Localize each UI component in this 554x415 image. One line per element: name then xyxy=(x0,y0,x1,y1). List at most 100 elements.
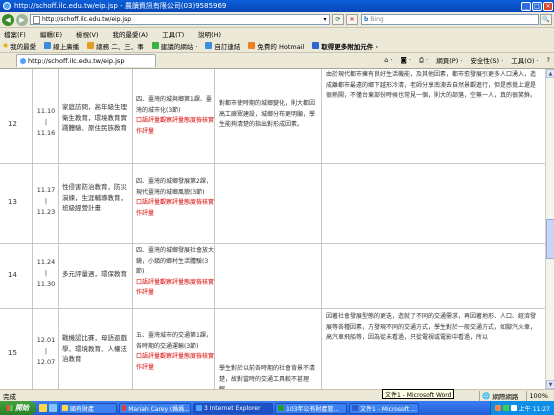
link-icon xyxy=(205,42,213,49)
date-start: 12.01 xyxy=(36,336,56,344)
print-icon[interactable]: ⎙ · xyxy=(419,56,428,65)
scroll-up-icon[interactable]: ▲ xyxy=(546,69,554,78)
ie-tab-icon xyxy=(20,58,26,64)
date-end: 11.16 xyxy=(36,129,56,137)
scroll-thumb[interactable] xyxy=(546,219,554,259)
scroll-down-icon[interactable]: ▼ xyxy=(546,380,554,389)
fav-link-label: 線上廣播 xyxy=(53,42,80,51)
fav-link-label: 總務 二、三、事 xyxy=(96,42,144,51)
date-end: 11.23 xyxy=(36,208,56,216)
week-number: 14 xyxy=(8,271,17,279)
folder-icon xyxy=(62,405,68,411)
page-icon xyxy=(33,15,40,24)
date-end: 11.30 xyxy=(36,280,56,288)
status-divider xyxy=(479,390,481,401)
taskbar-item-label: 103年公有財產管... xyxy=(286,405,340,413)
topic-text: 戰機認比賽，母語遊戲學、環境教育、人權法治教育 xyxy=(62,334,127,363)
fav-link-general-affairs[interactable]: 總務 二、三、事 xyxy=(87,41,144,51)
start-label: 開始 xyxy=(15,404,29,412)
volume-icon[interactable] xyxy=(510,405,517,411)
excel-icon xyxy=(278,405,284,411)
fav-link-hotmail[interactable]: 免費的 Hotmail xyxy=(248,41,304,51)
taskbar-item-ie[interactable]: 3 Internet Explorer xyxy=(193,402,273,414)
fav-link-label: 取得更多附加元件 · xyxy=(321,42,379,51)
taskbar-item-music[interactable]: Mariah Carey (媽媽... xyxy=(119,402,191,414)
fav-link-label: 免費的 Hotmail xyxy=(257,42,305,51)
date-separator: | xyxy=(44,197,48,205)
fav-link-addons[interactable]: 取得更多附加元件 · xyxy=(312,41,378,51)
taskbar-tooltip: 文件1 - Microsoft Word xyxy=(382,389,454,399)
safety-menu[interactable]: 安全性(S) · xyxy=(470,55,503,65)
fav-link-suggested-sites[interactable]: 建議的網站 · xyxy=(151,41,198,51)
ie-logo-icon xyxy=(3,2,11,10)
fav-link-custom[interactable]: 自訂連結 xyxy=(205,41,240,51)
link-icon xyxy=(87,42,95,49)
help-icon[interactable]: ? xyxy=(547,56,550,64)
menu-edit[interactable]: 編輯(E) xyxy=(40,29,62,39)
start-button[interactable]: 開始 xyxy=(0,401,36,415)
maximize-button[interactable]: □ xyxy=(532,1,542,11)
unit-title: 四、臺灣的城鄉發展社會放大鏡，小鎮的鄉村生活體驗(3節) xyxy=(136,247,215,275)
taskbar-item-label: 3 Internet Explorer xyxy=(204,404,261,412)
link-icon xyxy=(312,42,320,49)
unit-text: 四、臺灣的城鄉發展社會放大鏡，小鎮的鄉村生活體驗(3節) 口語評量觀察評量態度檢核… xyxy=(136,246,214,299)
vertical-scrollbar[interactable]: ▲ ▼ xyxy=(545,69,554,389)
taskbar-item-property[interactable]: 國有財產 xyxy=(59,402,117,414)
topic-text: 性侵害防治教育，防災演練，生涯輔導教育，班級經營計畫 xyxy=(62,183,127,212)
menu-favorites[interactable]: 我的最愛(A) xyxy=(113,29,149,39)
assessment-text: 口語評量觀察評量態度檢核實作評量 xyxy=(136,278,215,297)
address-input[interactable]: http://schoff.ilc.edu.tw/eip.jsp ▾ xyxy=(30,14,330,25)
fav-link-broadcast[interactable]: 線上廣播 xyxy=(44,41,79,51)
taskbar-item-label: 文件1 - Microsoft ... xyxy=(360,405,417,413)
page-menu[interactable]: 網頁(P) · xyxy=(436,55,462,65)
search-placeholder: Bing xyxy=(370,16,384,23)
zone-text: 網際網路 xyxy=(492,392,519,401)
table-row: 13 11.17 | 11.23 性侵害防治教育，防災演練，生涯輔導教育，班級經… xyxy=(0,164,545,244)
close-button[interactable]: ✕ xyxy=(543,1,553,11)
refresh-button[interactable]: ⟳ xyxy=(332,14,344,25)
week-number: 12 xyxy=(8,120,17,128)
assessment-text: 口語評量觀察評量態度檢核實作評量 xyxy=(136,353,215,371)
feeds-icon[interactable]: ◙ · xyxy=(400,56,410,64)
tray-icon[interactable] xyxy=(494,405,501,411)
browser-tab[interactable]: http://schoff.ilc.edu.tw/eip.jsp xyxy=(16,54,156,67)
back-button[interactable]: ◀ xyxy=(2,13,14,26)
minimize-button[interactable]: _ xyxy=(521,1,531,11)
search-input[interactable]: b Bing xyxy=(361,14,539,25)
clock[interactable]: 上午 11:27 xyxy=(519,404,550,413)
favorites-label: 我的最愛 xyxy=(10,42,37,51)
date-separator: | xyxy=(44,347,48,355)
table-row: 14 11.24 | 11.30 多元評量週，環保教育 四、臺灣的城鄉發展社會放… xyxy=(0,244,545,309)
taskbar-item-excel[interactable]: 103年公有財產管... xyxy=(275,402,347,414)
forward-button[interactable]: ▶ xyxy=(16,13,28,26)
address-dropdown-icon[interactable]: ▾ xyxy=(321,16,329,23)
ie-icon xyxy=(196,405,202,411)
window-title: http://schoff.ilc.edu.tw/eip.jsp - 農讀資訊有… xyxy=(14,2,227,10)
menu-view[interactable]: 檢視(V) xyxy=(76,29,99,39)
window-title-bar: http://schoff.ilc.edu.tw/eip.jsp - 農讀資訊有… xyxy=(0,0,554,12)
menu-tools[interactable]: 工具(T) xyxy=(162,29,184,39)
favorites-button[interactable]: ★ 我的最愛 xyxy=(2,41,36,51)
taskbar-item-label: 國有財產 xyxy=(70,405,95,413)
tray-icon[interactable] xyxy=(502,405,509,411)
home-icon[interactable]: ⌂ · xyxy=(384,56,392,64)
unit-title: 四、臺灣的城鄉發展第2課，現代臺灣的城鄉風貌(3節) xyxy=(136,178,212,196)
zoom-level[interactable]: 100% xyxy=(529,392,548,400)
quick-launch-icon[interactable] xyxy=(49,404,57,412)
tools-menu[interactable]: 工具(O) · xyxy=(511,55,538,65)
quick-launch-icon[interactable] xyxy=(39,404,47,412)
status-divider xyxy=(526,390,528,401)
search-icon[interactable]: 🔍 xyxy=(540,14,552,25)
taskbar-item-word[interactable]: 文件1 - Microsoft ... xyxy=(349,402,419,414)
stop-button[interactable]: ✕ xyxy=(346,14,358,25)
fav-link-label: 建議的網站 · xyxy=(160,42,198,51)
menu-help[interactable]: 說明(H) xyxy=(198,29,221,39)
menu-file[interactable]: 檔案(F) xyxy=(4,29,26,39)
media-icon xyxy=(122,405,127,411)
page-content: 12 11.10 | 11.16 家庭訪問，高年級生理衛生教育，環境教育實踐體驗… xyxy=(0,69,545,389)
date-start: 11.17 xyxy=(36,186,56,194)
fav-link-label: 自訂連結 xyxy=(214,42,241,51)
link-icon xyxy=(44,42,52,49)
command-bar: ⌂ · ◙ · ⎙ · 網頁(P) · 安全性(S) · 工具(O) · ? xyxy=(376,55,550,66)
system-tray: 上午 11:27 xyxy=(489,401,554,415)
